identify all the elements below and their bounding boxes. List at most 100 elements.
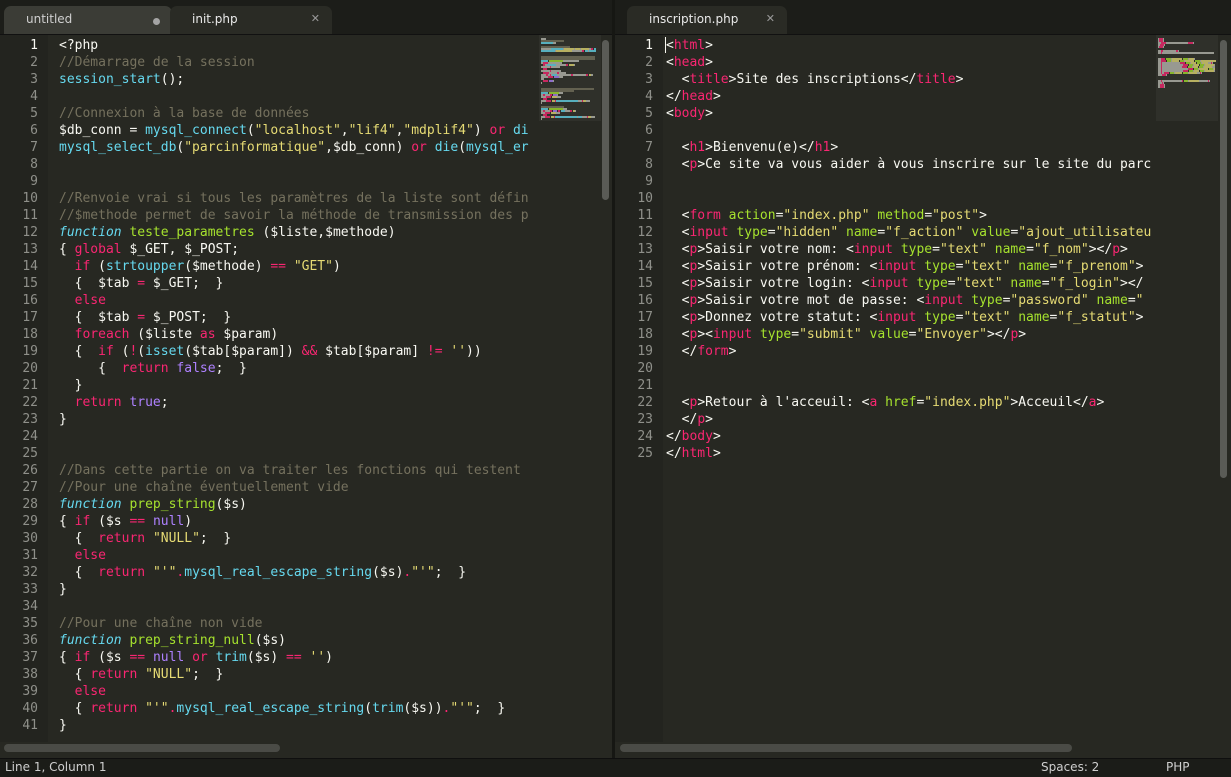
code-token: > [705, 55, 713, 70]
code-line[interactable]: { if ($s == null) [59, 513, 192, 530]
horizontal-scrollbar[interactable] [620, 744, 1072, 752]
syntax-mode[interactable]: PHP [1166, 760, 1190, 774]
code-line[interactable]: //Démarrage de la session [59, 54, 255, 71]
minimap-stroke [559, 92, 563, 94]
tab-untitled[interactable]: untitled [4, 6, 172, 35]
code-line[interactable]: <h1>Bienvenu(e)</h1> [666, 139, 839, 156]
code-token: = [137, 276, 146, 291]
code-line[interactable]: { if (!(isset($tab[$param]) && $tab[$par… [59, 343, 482, 360]
code-line[interactable]: //Renvoie vrai si tous les paramètres de… [59, 190, 529, 207]
code-line[interactable]: </form> [666, 343, 737, 360]
code-line[interactable]: $db_conn = mysql_connect("localhost","li… [59, 122, 529, 139]
code-token: else [74, 684, 106, 699]
close-icon[interactable]: ✕ [311, 12, 320, 25]
code-area[interactable]: <?php//Démarrage de la session session_st… [59, 35, 539, 742]
code-token: >Saisir votre mot de passe: < [697, 293, 925, 308]
code-line[interactable]: <form action="index.php" method="post"> [666, 207, 987, 224]
code-line[interactable]: { if ($s == null or trim($s) == '') [59, 649, 333, 666]
horizontal-scrollbar[interactable] [4, 744, 280, 752]
code-line[interactable]: { return "NULL"; } [59, 666, 224, 683]
code-line[interactable]: //Dans cette partie on va traiter les fo… [59, 462, 521, 479]
code-line[interactable]: </body> [666, 428, 721, 445]
code-line[interactable]: //Pour une chaîne non vide [59, 615, 263, 632]
code-line[interactable]: function prep_string($s) [59, 496, 247, 513]
code-line[interactable]: //$methode permet de savoir la méthode d… [59, 207, 529, 224]
code-line[interactable]: <p>Saisir votre prénom: <input type="tex… [666, 258, 1144, 275]
unsaved-dot-icon[interactable] [153, 18, 160, 25]
code-line[interactable]: } [59, 717, 67, 734]
close-icon[interactable]: ✕ [766, 12, 775, 25]
code-line[interactable]: if (strtoupper($methode) == "GET") [59, 258, 341, 275]
code-line[interactable]: else [59, 683, 106, 700]
code-token: //Dans cette partie on va traiter les fo… [59, 463, 521, 478]
code-token: ; } [434, 565, 467, 580]
code-line[interactable]: else [59, 547, 106, 564]
code-line[interactable]: </html> [666, 445, 721, 462]
code-token: if [74, 259, 91, 274]
minimap[interactable] [1156, 35, 1218, 121]
line-number: 13 [22, 242, 38, 257]
code-line[interactable]: } [59, 581, 67, 598]
right-editor-pane[interactable]: inscription.php ✕ 1 2 3 4 5 6 7 8 9 10 11 12 13 14 15 1… [615, 0, 1231, 758]
line-number: 9 [645, 174, 653, 189]
code-line[interactable]: </p> [666, 411, 713, 428]
code-line[interactable]: function teste_parametres ($liste,$metho… [59, 224, 396, 241]
code-line[interactable]: <p>Saisir votre mot de passe: <input typ… [666, 292, 1144, 309]
line-number: 1 [30, 38, 38, 53]
tab-inscription-php[interactable]: inscription.php ✕ [627, 6, 787, 35]
code-line[interactable]: { $tab = $_GET; } [59, 275, 224, 292]
indentation-setting[interactable]: Spaces: 2 [1041, 760, 1099, 774]
code-line[interactable]: <title>Site des inscriptions</title> [666, 71, 964, 88]
code-token: ( [137, 344, 146, 359]
code-area[interactable]: <html> <head> <title>Site des inscription… [666, 35, 1154, 742]
code-token: ( [246, 123, 255, 138]
code-token: null [152, 650, 185, 665]
code-line[interactable]: <p>Donnez votre statut: <input type="tex… [666, 309, 1144, 326]
code-line[interactable]: { return false; } [59, 360, 247, 377]
code-line[interactable]: <body> [666, 105, 713, 122]
code-line[interactable]: <p>Saisir votre login: <input type="text… [666, 275, 1144, 292]
code-line[interactable]: <p><input type="submit" value="Envoyer">… [666, 326, 1026, 343]
left-editor-pane[interactable]: untitled init.php ✕ 1 2 3 4 5 6 7 8 9 10 11 12 13 14 1… [0, 0, 612, 758]
code-line[interactable]: { return "NULL"; } [59, 530, 232, 547]
minimap-stroke [1205, 70, 1214, 72]
code-line[interactable]: return true; [59, 394, 169, 411]
code-line[interactable]: <?php [59, 37, 98, 54]
code-line[interactable]: <p>Saisir votre nom: <input type="text" … [666, 241, 1128, 258]
minimap[interactable] [539, 35, 601, 121]
code-token: </ [666, 446, 682, 461]
code-token: form [689, 208, 721, 223]
code-line[interactable]: function prep_string_null($s) [59, 632, 286, 649]
code-line[interactable]: { return "'".mysql_real_escape_string(tr… [59, 700, 506, 717]
vertical-scrollbar[interactable] [1220, 40, 1227, 478]
vertical-scrollbar[interactable] [602, 40, 609, 200]
code-line[interactable]: else [59, 292, 106, 309]
code-line[interactable]: <input type="hidden" name="f_action" val… [666, 224, 1152, 241]
code-line[interactable]: <head> [666, 54, 713, 71]
code-line[interactable]: } [59, 411, 67, 428]
code-line[interactable]: } [59, 377, 83, 394]
code-line[interactable]: { $tab = $_POST; } [59, 309, 232, 326]
code-line[interactable]: mysql_select_db ("parcinformatique",$db_c… [59, 139, 529, 156]
tab-init-php[interactable]: init.php ✕ [170, 6, 332, 35]
code-line[interactable]: <p>Retour à l'acceuil: <a href="index.ph… [666, 394, 1105, 411]
code-line[interactable]: session_start(); [59, 71, 184, 88]
code-line[interactable]: { global $_GET, $_POST; [59, 241, 239, 258]
code-token: > [728, 344, 737, 359]
code-token: null [152, 514, 185, 529]
code-line[interactable]: foreach ($liste as $param) [59, 326, 279, 343]
code-line[interactable]: <p>Ce site va vous aider à vous inscrire… [666, 156, 1152, 173]
code-token: "ajout_utilisateu [1018, 225, 1152, 240]
line-number: 14 [22, 259, 38, 274]
code-line[interactable]: //Connexion à la base de données [59, 105, 309, 122]
code-line[interactable]: <html> [666, 37, 713, 54]
code-line[interactable]: </head> [666, 88, 721, 105]
line-number: 3 [30, 72, 38, 87]
code-line[interactable]: { return "'".mysql_real_escape_string($s… [59, 564, 466, 581]
code-token: function [59, 225, 122, 240]
code-line[interactable]: //Pour une chaîne éventuellement vide [59, 479, 349, 496]
